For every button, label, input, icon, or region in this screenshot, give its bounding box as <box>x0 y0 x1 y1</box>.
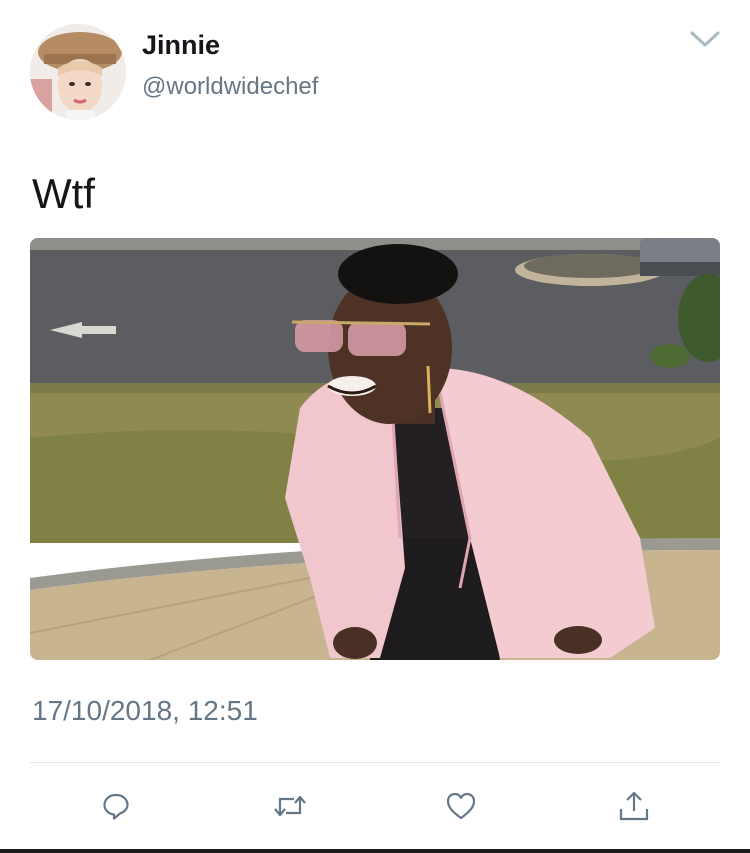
tweet-text: Wtf <box>32 170 95 217</box>
retweet-button[interactable] <box>272 788 308 824</box>
retweet-icon <box>274 795 306 817</box>
author-handle[interactable]: @worldwidechef <box>142 73 318 101</box>
divider <box>30 762 720 763</box>
avatar[interactable] <box>30 24 126 120</box>
author-name[interactable]: Jinnie <box>142 30 220 61</box>
share-icon <box>619 791 649 821</box>
tweet-timestamp[interactable]: 17/10/2018, 12:51 <box>32 695 258 727</box>
reply-icon <box>103 793 129 820</box>
photo <box>30 238 720 660</box>
heart-icon <box>446 792 476 820</box>
like-button[interactable] <box>443 788 479 824</box>
bottom-edge <box>0 849 750 853</box>
reply-button[interactable] <box>98 788 134 824</box>
share-button[interactable] <box>616 788 652 824</box>
chevron-down-icon[interactable] <box>688 28 722 50</box>
tweet-media-image[interactable] <box>30 238 720 660</box>
avatar-image <box>30 24 126 120</box>
